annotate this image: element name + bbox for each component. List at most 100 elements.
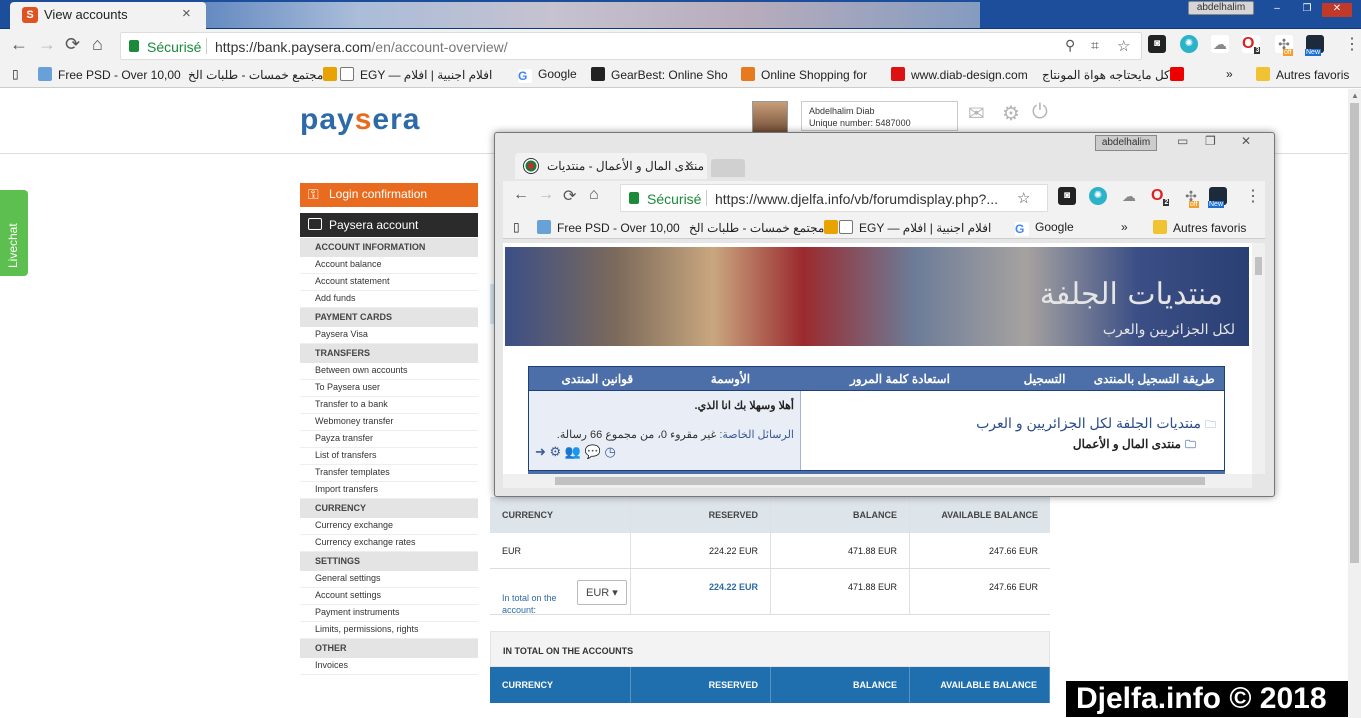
popup-home-icon[interactable]: ⌂ xyxy=(589,186,599,204)
bookmark-star-icon[interactable]: ☆ xyxy=(1117,37,1130,55)
livechat-button[interactable]: Livechat xyxy=(0,190,28,276)
avatar[interactable] xyxy=(752,101,788,135)
back-arrow-icon[interactable]: ← xyxy=(10,34,28,55)
popup-tab-close-icon[interactable]: × xyxy=(685,156,693,172)
popup-url-text[interactable]: https://www.djelfa.info/vb/forumdisplay.… xyxy=(715,191,998,207)
popup-ext-opera-icon[interactable]: O2 xyxy=(1151,187,1170,207)
popup-hscroll-thumb[interactable] xyxy=(555,477,1205,485)
menu-item-invoices[interactable]: Invoices xyxy=(300,658,478,675)
paysera-logo[interactable]: paysera xyxy=(300,103,420,137)
popup-bookmarks-more-icon[interactable]: » xyxy=(1121,220,1128,234)
popup-ext-gear-icon[interactable]: ✺ xyxy=(1089,187,1107,205)
extension-cloud-icon[interactable]: ☁ xyxy=(1211,35,1229,53)
nav-recover-password[interactable]: استعادة كلمة المرور xyxy=(795,367,1004,390)
menu-item-transfer-to-bank[interactable]: Transfer to a bank xyxy=(300,397,478,414)
menu-item-account-balance[interactable]: Account balance xyxy=(300,257,478,274)
logout-arrow-icon[interactable]: ➜ xyxy=(535,444,546,459)
menu-kebab-icon[interactable]: ⋮ xyxy=(1344,34,1360,54)
popup-horizontal-scrollbar[interactable] xyxy=(503,474,1252,488)
nav-forum-rules[interactable]: قوانين المنتدى xyxy=(529,367,666,390)
menu-item-account-statement[interactable]: Account statement xyxy=(300,274,478,291)
popup-restore-icon[interactable]: ❐ xyxy=(1205,134,1216,148)
popup-tab-forum[interactable]: منتدى المال و الأعمال - منتديات × xyxy=(515,153,707,179)
url-text[interactable]: https://bank.paysera.com/en/account-over… xyxy=(215,39,508,55)
tab-close-icon[interactable]: × xyxy=(182,5,191,22)
history-clock-icon[interactable]: ◷ xyxy=(604,444,615,459)
settings-gear-icon[interactable]: ⚙ xyxy=(1002,101,1020,126)
apps-icon[interactable]: ▯ xyxy=(12,67,19,81)
popup-new-tab[interactable] xyxy=(711,159,745,177)
bookmark-free-psd[interactable]: Free PSD - Over 10,00 xyxy=(38,67,181,82)
address-bar[interactable]: Sécurisé https://bank.paysera.com/en/acc… xyxy=(120,32,1142,60)
menu-item-transfer-templates[interactable]: Transfer templates xyxy=(300,465,478,482)
menu-item-general-settings[interactable]: General settings xyxy=(300,571,478,588)
popup-bookmark-other-favorites[interactable]: Autres favoris xyxy=(1153,220,1246,235)
menu-item-payza-transfer[interactable]: Payza transfer xyxy=(300,431,478,448)
login-confirmation-button[interactable]: ⚿ Login confirmation xyxy=(300,183,478,207)
menu-item-import-transfers[interactable]: Import transfers xyxy=(300,482,478,499)
popup-bookmark-google[interactable]: G Google xyxy=(1015,220,1074,236)
popup-close-icon[interactable]: ✕ xyxy=(1241,134,1251,148)
extension-glasses-icon[interactable]: ◙ xyxy=(1148,35,1166,53)
breadcrumb-forums[interactable]: 🗀منتديات الجلفة لكل الجزائريين و العرب xyxy=(801,415,1216,435)
bookmark-montage[interactable]: كل مايحتاجه هواة المونتاج xyxy=(1042,67,1190,82)
bookmark-other-favorites[interactable]: Autres favoris xyxy=(1256,67,1349,82)
minimize-icon[interactable]: – xyxy=(1262,3,1292,17)
menu-item-webmoney-transfer[interactable]: Webmoney transfer xyxy=(300,414,478,431)
bookmark-diab-design[interactable]: www.diab-design.com xyxy=(891,67,1028,82)
popup-star-icon[interactable]: ☆ xyxy=(1017,189,1030,207)
menu-item-add-funds[interactable]: Add funds xyxy=(300,291,478,308)
popup-user-badge[interactable]: abdelhalim xyxy=(1095,135,1157,151)
popup-bookmark-free-psd[interactable]: Free PSD - Over 10,00 xyxy=(537,220,680,235)
user-settings-gear-icon[interactable]: ⚙ xyxy=(550,444,562,459)
bookmark-gearbest[interactable]: GearBest: Online Sho xyxy=(591,67,728,82)
add-friend-icon[interactable]: 👥 xyxy=(565,444,581,459)
scroll-up-icon[interactable]: ▲ xyxy=(1351,91,1359,100)
menu-item-to-paysera-user[interactable]: To Paysera user xyxy=(300,380,478,397)
forward-arrow-icon[interactable]: → xyxy=(38,34,56,55)
currency-select[interactable]: EUR ▾ xyxy=(577,580,627,605)
nav-register[interactable]: التسجيل xyxy=(1005,367,1085,390)
popup-apps-icon[interactable]: ▯ xyxy=(513,220,520,234)
popup-menu-kebab-icon[interactable]: ⋮ xyxy=(1245,186,1261,206)
popup-ext-glasses-icon[interactable]: ◙ xyxy=(1058,187,1076,205)
extension-gear-icon[interactable]: ✺ xyxy=(1180,35,1198,53)
reload-icon[interactable]: ⟳ xyxy=(65,34,80,55)
close-window-icon[interactable]: ✕ xyxy=(1322,3,1352,17)
bookmark-google[interactable]: G Google xyxy=(518,67,577,83)
popup-minimize-icon[interactable]: ▭ xyxy=(1177,134,1188,148)
bookmark-khamsat[interactable]: مجتمع خمسات - طلبات الخ xyxy=(188,67,343,82)
translate-icon[interactable]: ⌗ xyxy=(1091,37,1099,54)
mail-icon[interactable]: ✉ xyxy=(968,101,985,126)
menu-item-paysera-visa[interactable]: Paysera Visa xyxy=(300,327,478,344)
popup-address-bar[interactable]: Sécurisé https://www.djelfa.info/vb/foru… xyxy=(620,184,1048,212)
nav-medals[interactable]: الأوسمة xyxy=(666,367,796,390)
popup-vertical-scrollbar[interactable] xyxy=(1252,243,1265,474)
popup-reload-icon[interactable]: ⟳ xyxy=(563,186,576,206)
menu-item-limits-permissions[interactable]: Limits, permissions, rights xyxy=(300,622,478,639)
menu-item-currency-exchange[interactable]: Currency exchange xyxy=(300,518,478,535)
restore-icon[interactable]: ❐ xyxy=(1292,3,1322,17)
popup-vscroll-thumb[interactable] xyxy=(1255,257,1262,275)
menu-item-list-of-transfers[interactable]: List of transfers xyxy=(300,448,478,465)
menu-item-payment-instruments[interactable]: Payment instruments xyxy=(300,605,478,622)
logout-power-icon[interactable]: ⏻ xyxy=(1032,101,1048,124)
menu-item-between-own-accounts[interactable]: Between own accounts xyxy=(300,363,478,380)
popup-bookmark-egy[interactable]: EGY — افلام اجنبية | افلام xyxy=(839,220,991,235)
scroll-thumb[interactable] xyxy=(1350,103,1359,563)
background-tabs[interactable] xyxy=(200,2,980,28)
window-user-badge[interactable]: abdelhalim xyxy=(1188,1,1254,15)
paysera-account-header[interactable]: Paysera account xyxy=(300,213,478,237)
popup-bookmark-khamsat[interactable]: مجتمع خمسات - طلبات الخ xyxy=(689,220,844,235)
page-scrollbar[interactable]: ▲ xyxy=(1348,89,1361,718)
zoom-icon[interactable]: ⚲ xyxy=(1065,37,1075,54)
bookmark-egy[interactable]: EGY — افلام اجنبية | افلام xyxy=(340,67,492,82)
extension-opera-icon[interactable]: O3 xyxy=(1242,35,1261,55)
menu-item-currency-exchange-rates[interactable]: Currency exchange rates xyxy=(300,535,478,552)
bookmarks-more-icon[interactable]: » xyxy=(1226,67,1233,81)
menu-item-account-settings[interactable]: Account settings xyxy=(300,588,478,605)
popup-back-icon[interactable]: ← xyxy=(513,186,529,204)
tab-view-accounts[interactable]: S View accounts × xyxy=(10,2,206,29)
bookmark-banggood[interactable]: Online Shopping for xyxy=(741,67,867,82)
popup-ext-cloud-icon[interactable]: ☁ xyxy=(1120,187,1138,205)
